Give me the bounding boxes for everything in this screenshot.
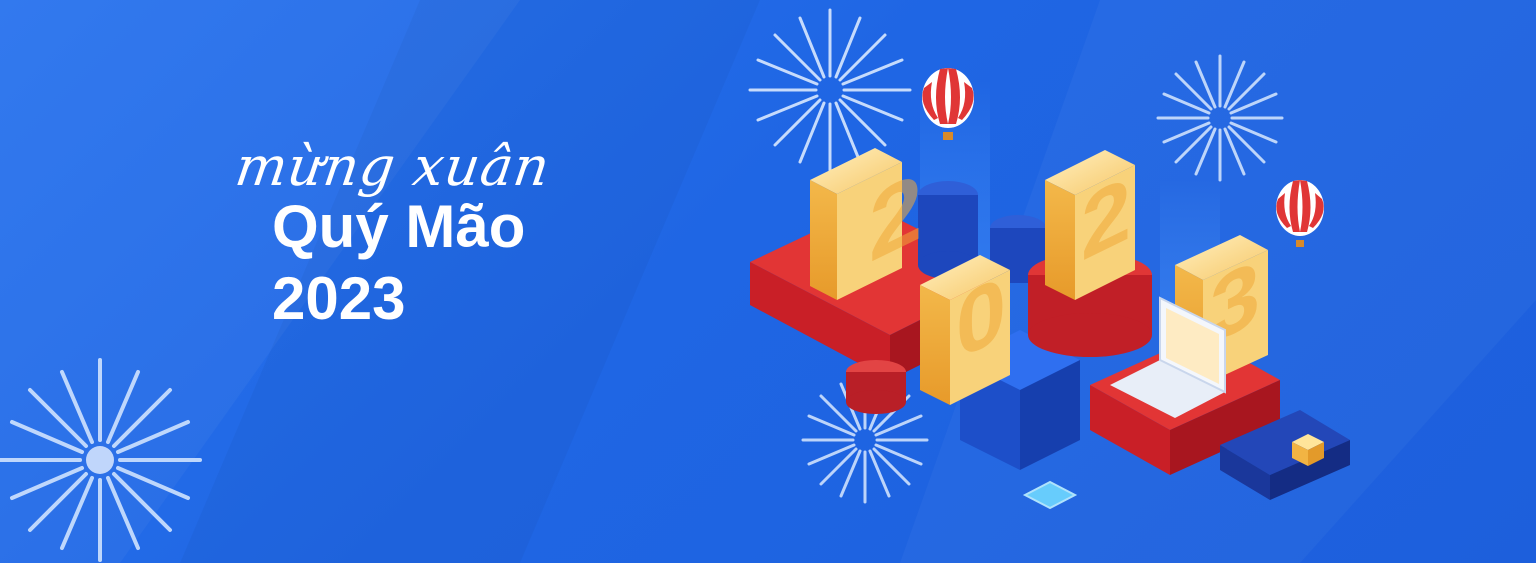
- firework-icon: [1156, 54, 1284, 182]
- hot-air-balloon-icon: [1276, 180, 1324, 247]
- new-year-banner: mừng xuân Quý Mão 2023 2 0 2 3: [0, 0, 1536, 563]
- chip-icon: [1022, 480, 1078, 510]
- greeting-script: mừng xuân: [231, 135, 555, 198]
- firework-icon: [748, 8, 912, 172]
- isometric-2023-illustration: 2 0 2 3: [748, 8, 1350, 510]
- headline: mừng xuân Quý Mão 2023: [230, 135, 650, 332]
- page-title: Quý Mão: [272, 193, 526, 260]
- firework-icon: [0, 358, 202, 562]
- year-label: 2023: [272, 265, 406, 332]
